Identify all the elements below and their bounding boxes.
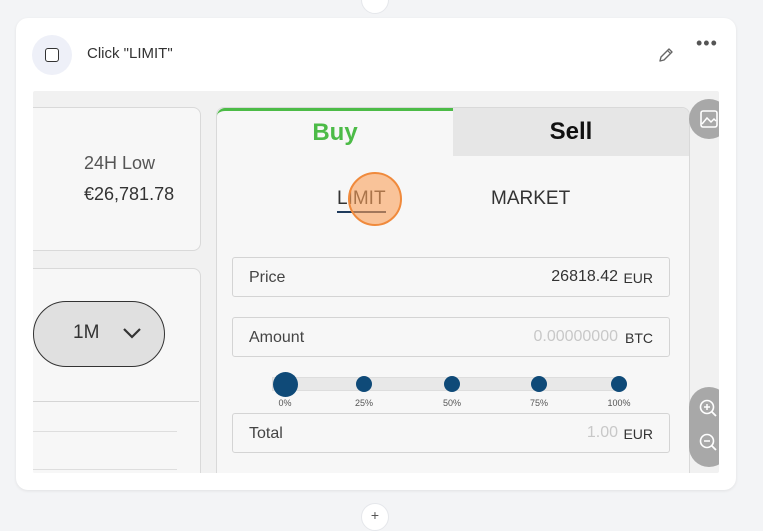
slider-mark-label: 50% — [442, 398, 461, 408]
click-indicator — [348, 172, 402, 226]
price-field[interactable]: Price 26818.42 EUR — [232, 257, 670, 297]
chevron-down-icon — [123, 328, 141, 339]
slider-mark-100pct[interactable] — [611, 376, 627, 392]
amount-placeholder: 0.00000000 — [533, 328, 618, 345]
price-unit: EUR — [623, 270, 653, 286]
slider-mark-75pct[interactable] — [531, 376, 547, 392]
low-value: €26,781.78 — [84, 184, 175, 204]
slider-mark-0pct[interactable] — [272, 371, 298, 397]
step-title: Click "LIMIT" — [87, 45, 173, 62]
low-label: 24H Low — [84, 153, 156, 173]
step-checkbox[interactable] — [32, 35, 72, 75]
slider-mark-25pct[interactable] — [356, 376, 372, 392]
tab-buy[interactable]: Buy — [217, 108, 453, 156]
price-label: Price — [249, 269, 286, 286]
total-label: Total — [249, 425, 283, 442]
total-placeholder: 1.00 — [586, 424, 618, 441]
amount-field[interactable]: Amount 0.00000000 BTC — [232, 317, 670, 357]
image-button[interactable] — [689, 99, 719, 139]
more-icon[interactable]: ••• — [696, 34, 718, 52]
slider-mark-50pct[interactable] — [444, 376, 460, 392]
slider-mark-label: 100% — [607, 398, 631, 408]
plus-icon: + — [370, 507, 380, 523]
step-card: Click "LIMIT" ••• 24H Low €26,781.78 1M … — [16, 18, 736, 490]
slider-mark-label: 25% — [354, 398, 373, 408]
screenshot-frame: 24H Low €26,781.78 1M Buy Sell LIMIT MAR… — [33, 91, 719, 473]
image-icon — [700, 110, 718, 128]
period-select[interactable]: 1M — [33, 301, 165, 367]
order-type-market[interactable]: MARKET — [491, 188, 570, 210]
zoom-controls — [689, 387, 719, 467]
amount-label: Amount — [249, 329, 305, 346]
divider — [33, 431, 177, 432]
tab-sell[interactable]: Sell — [453, 108, 689, 156]
checkbox-icon[interactable] — [45, 48, 59, 62]
price-value: 26818.42 — [551, 268, 618, 285]
connector-top — [361, 0, 389, 14]
pencil-icon[interactable] — [656, 45, 676, 65]
amount-unit: BTC — [625, 330, 653, 346]
divider — [33, 469, 177, 470]
stats-panel — [33, 107, 201, 251]
total-unit: EUR — [623, 426, 653, 442]
total-field[interactable]: Total 1.00 EUR — [232, 413, 670, 453]
zoom-out-icon[interactable] — [689, 423, 719, 463]
divider — [33, 401, 199, 402]
slider-mark-label: 75% — [529, 398, 548, 408]
add-step-button[interactable]: + — [361, 503, 389, 531]
trade-panel: Buy Sell LIMIT MARKET Price 26818.42 EUR… — [216, 107, 690, 473]
period-label: 1M — [73, 322, 100, 343]
chart-panel — [33, 268, 201, 473]
slider-mark-label: 0% — [278, 398, 292, 408]
